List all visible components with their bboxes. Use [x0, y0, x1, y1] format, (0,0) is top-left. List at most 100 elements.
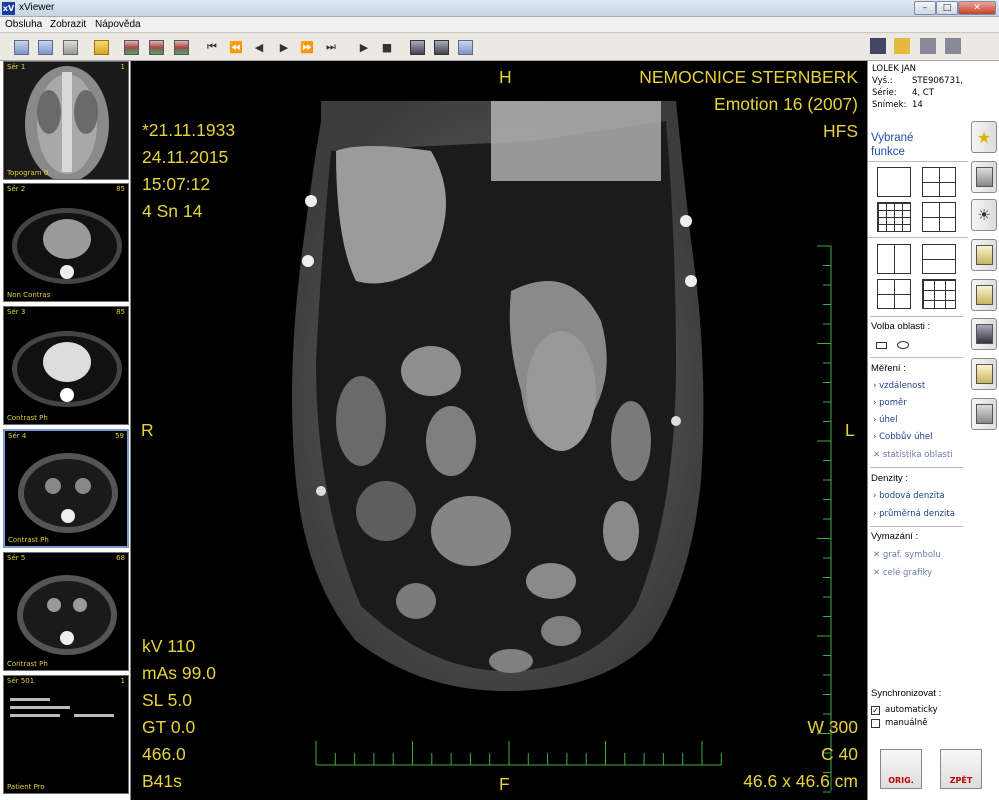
stop-icon[interactable]: ■	[378, 38, 396, 56]
series-description: Patient Pro	[7, 783, 45, 791]
last-image-icon[interactable]: ⏭	[322, 38, 340, 56]
layout-tool-2-button[interactable]	[147, 38, 165, 56]
rectangle-region-icon[interactable]	[876, 342, 887, 349]
region-statistics-link[interactable]: ✕ statistika oblasti	[873, 450, 953, 460]
series-description: Non Contras	[7, 291, 51, 299]
play-icon[interactable]: ▶	[355, 38, 373, 56]
image-count: 1	[120, 63, 125, 71]
series-label: Sér 3	[7, 308, 26, 316]
original-image-button[interactable]: ORIG.	[880, 749, 922, 789]
layout-tab[interactable]	[971, 161, 997, 193]
series-thumbnail-4-selected[interactable]: Sér 4 59 Contrast Ph	[3, 429, 129, 548]
ellipse-region-icon[interactable]	[897, 341, 909, 349]
image-label: Snímek:	[872, 100, 907, 110]
point-density-link[interactable]: › bodová denzita	[873, 491, 945, 501]
image-count: 68	[116, 554, 125, 562]
image-count: 59	[115, 432, 124, 440]
toolbar-display-2-button[interactable]	[36, 38, 54, 56]
xviewer-window: xV xViewer – □ ✕ Obsluha Zobrazit Nápově…	[0, 0, 999, 800]
average-density-link[interactable]: › průměrná denzita	[873, 509, 955, 519]
series-label: Série:	[872, 88, 897, 98]
layout-tool-3-button[interactable]	[172, 38, 190, 56]
measure-ratio-link[interactable]: › poměr	[873, 398, 907, 408]
cine-tool-3-button[interactable]	[456, 38, 474, 56]
layout-2x1-button[interactable]	[922, 244, 956, 274]
menu-obsluha[interactable]: Obsluha	[5, 19, 42, 30]
scanner-model: Emotion 16 (2007)	[714, 94, 858, 114]
gantry-tilt: GT 0.0	[142, 717, 196, 737]
axial-slice-preview	[12, 208, 122, 284]
fast-forward-icon[interactable]: ⏩	[298, 38, 316, 56]
open-folder-button[interactable]	[92, 38, 110, 56]
series-thumbnail-5[interactable]: Sér 5 68 Contrast Ph	[3, 552, 129, 671]
image-count: 85	[116, 185, 125, 193]
orientation-feet-marker: F	[499, 774, 510, 794]
image-viewport[interactable]: H F R L NEMOCNICE STERNBERK Emotion 16 (…	[131, 61, 867, 800]
field-of-view: 46.6 x 46.6 cm	[743, 771, 858, 791]
first-image-icon[interactable]: ⏮	[203, 38, 221, 56]
sync-heading: Synchronizovat :	[871, 688, 942, 699]
function-side-panel: LOLEK JAN Vyš.: STE906731, Série: 4, CT …	[867, 38, 999, 800]
delete-symbol-link[interactable]: ✕ graf. symbolu	[873, 550, 941, 560]
layout-2x2-alt-button[interactable]	[877, 279, 911, 309]
table-position: 466.0	[142, 744, 186, 764]
sync-manual-checkbox[interactable]	[871, 719, 880, 728]
user-icon[interactable]	[870, 38, 886, 54]
measure-cobb-angle-link[interactable]: › Cobbův úhel	[873, 432, 933, 442]
orientation-right-marker: R	[141, 420, 154, 440]
orientation-head-marker: H	[499, 67, 512, 87]
cine-tool-2-button[interactable]	[432, 38, 450, 56]
toolbar-display-1-button[interactable]	[12, 38, 30, 56]
brightness-tab[interactable]: ☀	[971, 199, 997, 231]
series-thumbnail-3[interactable]: Sér 3 85 Contrast Ph	[3, 306, 129, 425]
layout-annotated-button[interactable]	[922, 202, 956, 232]
close-button[interactable]: ✕	[958, 1, 996, 15]
search-tab[interactable]	[971, 279, 997, 311]
series-label: Sér 2	[7, 185, 26, 193]
print-tab[interactable]	[971, 239, 997, 271]
graphics-tab[interactable]	[971, 358, 997, 390]
exam-label: Vyš.:	[872, 76, 893, 86]
cine-tool-1-button[interactable]	[408, 38, 426, 56]
layout-1x1-button[interactable]	[877, 167, 911, 197]
series-thumbnail-2[interactable]: Sér 2 85 Non Contras	[3, 183, 129, 302]
layout-2x2-button[interactable]	[922, 167, 956, 197]
film-tab[interactable]	[971, 318, 997, 350]
orientation-left-marker: L	[845, 420, 855, 440]
layout-1x2-button[interactable]	[877, 244, 911, 274]
edit-tool-button[interactable]	[61, 38, 79, 56]
series-thumbnail-1[interactable]: Sér 1 1 Topogram 0.	[3, 61, 129, 180]
measure-distance-link[interactable]: › vzdálenost	[873, 381, 925, 391]
reconstruction-kernel: B41s	[142, 771, 182, 791]
series-label: Sér 501	[7, 677, 35, 685]
delete-all-graphics-link[interactable]: ✕ celé grafiky	[873, 568, 932, 578]
study-date: 24.11.2015	[142, 147, 229, 167]
image-value: 14	[912, 100, 923, 110]
fast-rewind-icon[interactable]: ⏪	[227, 38, 245, 56]
window-center: C 40	[821, 744, 858, 764]
folder-icon[interactable]	[894, 38, 910, 54]
series-label: Sér 5	[7, 554, 26, 562]
layout-3x3-button[interactable]	[922, 279, 956, 309]
layout-tool-1-button[interactable]	[122, 38, 140, 56]
device-icon[interactable]	[920, 38, 936, 54]
step-forward-icon[interactable]: ▶	[275, 38, 293, 56]
patient-protocol-preview	[10, 698, 114, 717]
tools-tab[interactable]	[971, 398, 997, 430]
series-thumbnail-6[interactable]: Sér 501 1 Patient Pro	[3, 675, 129, 794]
series-label: Sér 4	[8, 432, 27, 440]
minimize-button[interactable]: –	[914, 1, 936, 15]
maximize-button[interactable]: □	[936, 1, 958, 15]
layout-4x4-button[interactable]	[877, 202, 911, 232]
favorites-star-tab[interactable]: ★	[971, 121, 997, 153]
kv-value: kV 110	[142, 636, 196, 656]
menu-napoveda[interactable]: Nápověda	[95, 19, 141, 30]
lock-icon[interactable]	[945, 38, 961, 54]
menu-zobrazit[interactable]: Zobrazit	[50, 19, 86, 30]
measure-angle-link[interactable]: › úhel	[873, 415, 897, 425]
sync-auto-checkbox[interactable]: ✓	[871, 706, 880, 715]
series-description: Topogram 0.	[7, 169, 51, 177]
series-value: 4, CT	[912, 88, 934, 98]
back-button[interactable]: ZPĚT	[940, 749, 982, 789]
step-back-icon[interactable]: ◀	[250, 38, 268, 56]
